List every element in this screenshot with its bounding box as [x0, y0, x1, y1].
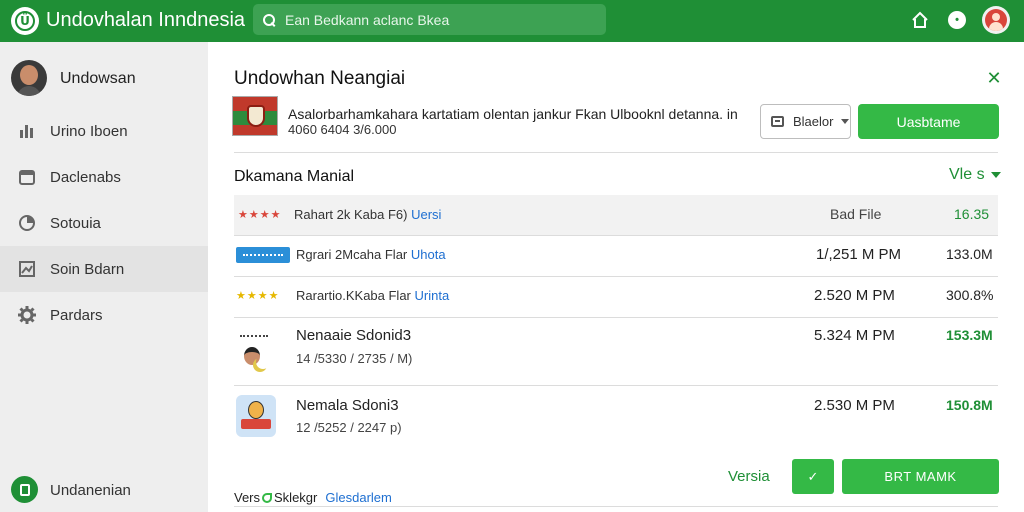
footer-link[interactable]: Glesdarlem	[325, 490, 391, 505]
view-dropdown[interactable]: Vle s	[949, 166, 1001, 184]
row-time: 1/,251 M PM	[816, 246, 902, 263]
chevron-down-icon	[990, 172, 1001, 178]
sidebar-item-5[interactable]: Pardars	[0, 292, 208, 338]
calendar-icon	[17, 167, 37, 187]
view-label: Vle s	[949, 166, 985, 183]
rating-stars-icon: ★★★★	[236, 290, 280, 302]
footer-note: Vers Sklekgr Glesdarlem	[234, 490, 392, 505]
primary-button[interactable]: Uasbtame	[858, 104, 999, 139]
cartoon-thumbnail	[236, 395, 276, 437]
table-row[interactable]: ★★★★ Rarartio.KKaba Flar Urinta 2.520 M …	[234, 276, 998, 317]
table-header-row: ★★★★ Rahart 2k Kaba F6) Uersi Bad File 1…	[234, 195, 998, 235]
row-link[interactable]: Urinta	[415, 288, 450, 303]
app-title: Undovhalan Inndnesia	[46, 9, 246, 31]
home-icon[interactable]	[908, 8, 932, 32]
app-logo-icon[interactable]: Ü	[11, 7, 39, 35]
table-row[interactable]: Nenaaie Sdonid3 14 /5330 / 2735 / M) 5.3…	[234, 317, 998, 385]
close-icon[interactable]: ✕	[984, 68, 1004, 89]
avatar	[11, 60, 47, 96]
search-input[interactable]	[285, 11, 595, 28]
row-text: Rarartio.KKaba Flar Urinta	[296, 288, 450, 303]
clock-icon	[17, 213, 37, 233]
sidebar-item-label: Pardars	[50, 306, 103, 324]
header-text: Rahart 2k Kaba F6) Uersi	[294, 207, 442, 222]
chart-icon	[17, 121, 37, 141]
document-icon	[11, 476, 38, 503]
user-avatar-icon[interactable]	[982, 6, 1010, 34]
sidebar-footer-label: Undanenian	[50, 482, 131, 499]
sidebar-item-label: Urino Iboen	[50, 122, 128, 140]
page-title: Undowhan Neangiai	[234, 68, 406, 89]
row-meta: 12 /5252 / 2247 p)	[296, 420, 402, 435]
description-meta: 4060 6404 3/6.000	[288, 122, 397, 137]
app-thumbnail	[232, 96, 278, 136]
sidebar-footer[interactable]: Undanenian	[0, 468, 208, 508]
versi-label: Versia	[728, 468, 770, 485]
confirm-button[interactable]: BRT MAMK	[842, 459, 999, 494]
chevron-down-icon	[841, 119, 850, 124]
select-dropdown[interactable]: Blaelor	[760, 104, 851, 139]
footer-bar: Versia ✓ BRT MAMK Vers Sklekgr Glesdarlem	[208, 448, 1024, 512]
portrait-thumbnail	[238, 329, 270, 373]
row-text: Rgrari 2Mcaha Flar Uhota	[296, 247, 446, 262]
row-size: 133.0M	[946, 246, 993, 262]
row-time: 2.520 M PM	[814, 287, 895, 304]
select-label: Blaelor	[793, 114, 834, 129]
profile-name: Undowsan	[60, 70, 136, 87]
search-bar[interactable]	[253, 4, 606, 35]
sidebar-profile[interactable]: Undowsan	[0, 56, 208, 102]
app-badge-icon	[236, 247, 290, 263]
rating-stars-icon: ★★★★	[238, 209, 282, 221]
table-row[interactable]: Nemala Sdoni3 12 /5252 / 2247 p) 2.530 M…	[234, 385, 998, 447]
header-link[interactable]: Uersi	[411, 207, 441, 222]
row-size: 153.3M	[946, 327, 993, 343]
row-meta: 14 /5330 / 2735 / M)	[296, 351, 413, 366]
leaf-icon	[262, 493, 273, 503]
info-icon[interactable]: •	[945, 8, 969, 32]
check-button[interactable]: ✓	[792, 459, 834, 494]
header-col-b: Bad File	[830, 206, 882, 222]
row-title: Nenaaie Sdonid3	[296, 327, 412, 344]
section-title: Dkamana Manial	[234, 168, 355, 185]
sidebar-item-4[interactable]: Soin Bdarn	[0, 246, 208, 292]
row-link[interactable]: Uhota	[411, 247, 446, 262]
row-size: 300.8%	[946, 287, 994, 303]
sidebar-item-2[interactable]: Daclenabs	[0, 154, 208, 200]
list-icon	[771, 116, 784, 127]
sidebar-item-label: Sotouia	[50, 214, 101, 232]
table-row[interactable]: Rgrari 2Mcaha Flar Uhota 1/,251 M PM 133…	[234, 235, 998, 276]
divider	[234, 152, 998, 153]
sidebar-item-3[interactable]: Sotouia	[0, 200, 208, 246]
sidebar: Undowsan Urino Iboen Daclenabs Sotouia S…	[0, 42, 208, 512]
gear-icon	[17, 305, 37, 325]
description-text: Asalorbarhamkahara kartatiam olentan jan…	[288, 106, 738, 122]
search-icon	[263, 13, 275, 26]
header-col-c: 16.35	[954, 206, 990, 222]
main-panel: Undowhan Neangiai ✕ Asalorbarhamkahara k…	[208, 42, 1024, 512]
row-title: Nemala Sdoni3	[296, 397, 399, 414]
sidebar-item-label: Soin Bdarn	[50, 260, 125, 278]
top-bar: Ü Undovhalan Inndnesia •	[0, 0, 1024, 42]
image-icon	[17, 259, 37, 279]
sidebar-item-1[interactable]: Urino Iboen	[0, 108, 208, 154]
divider	[234, 506, 998, 507]
row-time: 5.324 M PM	[814, 327, 895, 344]
sidebar-item-label: Daclenabs	[50, 168, 121, 186]
row-size: 150.8M	[946, 397, 993, 413]
row-time: 2.530 M PM	[814, 397, 895, 414]
